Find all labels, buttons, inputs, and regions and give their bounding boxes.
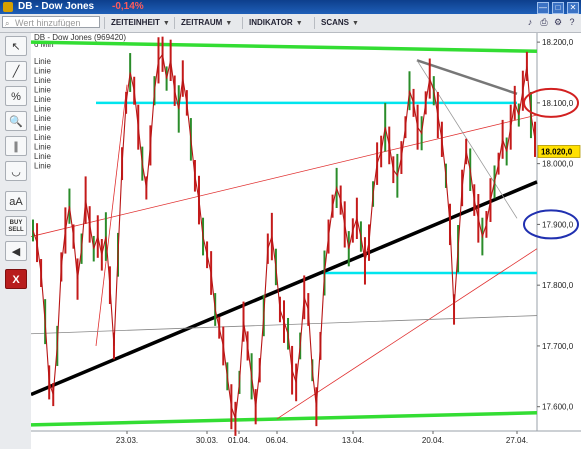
parallel-tool-button[interactable]: ∥: [5, 136, 27, 156]
chevron-down-icon: ▼: [225, 20, 233, 27]
speaker-icon: ◀: [11, 246, 21, 258]
chart-background: [31, 33, 581, 449]
print-icon[interactable]: ⎙: [539, 17, 549, 27]
legend-entry: Linie: [34, 133, 51, 142]
app-icon: [3, 2, 13, 12]
x-tick-label: 06.04.: [266, 436, 288, 445]
y-tick-label: 17.600,0: [542, 403, 574, 412]
add-symbol-input[interactable]: ⌕ Wert hinzufügen: [2, 16, 100, 28]
zoom-icon: 🔍: [9, 116, 23, 128]
chevron-down-icon: ▼: [352, 20, 359, 27]
last-price-marker: 18.020,0: [537, 145, 581, 158]
text-icon: aA: [9, 196, 23, 208]
parallel-lines-icon: ∥: [13, 141, 19, 153]
percent-tool-button[interactable]: %: [5, 86, 27, 106]
buy-sell-button[interactable]: BUY SELL: [5, 216, 27, 236]
percent-icon: %: [11, 91, 21, 103]
title-bar: DB - Dow Jones -0,14% — □ ✕: [0, 0, 581, 14]
legend-entry: Linie: [34, 105, 51, 114]
x-tick-label: 23.03.: [116, 436, 138, 445]
last-price-label: 18.020,0: [541, 147, 573, 156]
drawing-toolbar: ↖ ╱ % 🔍 ∥ ◡ aA BUY SELL ◀ X: [0, 33, 32, 449]
legend-entry: Linie: [34, 67, 51, 76]
x-tick-label: 27.04.: [506, 436, 528, 445]
minimize-button[interactable]: —: [537, 2, 549, 14]
cursor-icon: ↖: [11, 41, 21, 53]
y-tick-label: 18.200,0: [542, 38, 574, 47]
cursor-tool-button[interactable]: ↖: [5, 36, 27, 56]
sound-button[interactable]: ◀: [5, 241, 27, 261]
legend-entry: Linie: [34, 95, 51, 104]
menu-zeiteinheit-label: ZEITEINHEIT: [111, 18, 160, 27]
x-tick-label: 30.03.: [196, 436, 218, 445]
menu-bar: ⌕ Wert hinzufügen ZEITEINHEIT ▼ ZEITRAUM ▼…: [0, 14, 581, 33]
legend-entry: Linie: [34, 86, 51, 95]
text-tool-button[interactable]: aA: [5, 191, 27, 211]
change-percent: -0,14%: [112, 1, 144, 12]
bell-icon[interactable]: ♪: [525, 17, 535, 27]
menu-scans-label: SCANS: [321, 18, 350, 27]
add-symbol-placeholder: Wert hinzufügen: [15, 18, 81, 28]
delete-drawings-button[interactable]: X: [5, 269, 27, 289]
close-icon: X: [12, 274, 20, 286]
legend-entry: Linie: [34, 124, 51, 133]
menu-zeitraum[interactable]: ZEITRAUM ▼: [174, 17, 232, 29]
chevron-down-icon: ▼: [162, 20, 170, 27]
line-icon: ╱: [12, 66, 20, 78]
legend-entry: Linie: [34, 57, 51, 66]
buy-sell-icon: BUY SELL: [8, 220, 24, 233]
legend: LinieLinieLinieLinieLinieLinieLinieLinie…: [34, 57, 51, 171]
menu-zeiteinheit[interactable]: ZEITEINHEIT ▼: [104, 17, 170, 29]
legend-entry: Linie: [34, 162, 51, 171]
zoom-tool-button[interactable]: 🔍: [5, 111, 27, 131]
menu-indikator[interactable]: INDIKATOR ▼: [242, 17, 303, 29]
window-title: DB - Dow Jones: [18, 1, 95, 12]
line-tool-button[interactable]: ╱: [5, 61, 27, 81]
maximize-button[interactable]: □: [552, 2, 564, 14]
menu-scans[interactable]: SCANS ▼: [314, 17, 359, 29]
legend-entry: Linie: [34, 143, 51, 152]
y-tick-label: 17.700,0: [542, 342, 574, 351]
menu-zeitraum-label: ZEITRAUM: [181, 18, 223, 27]
x-tick-label: 13.04.: [342, 436, 364, 445]
help-icon[interactable]: ?: [567, 17, 577, 27]
x-tick-label: 20.04.: [422, 436, 444, 445]
close-window-button[interactable]: ✕: [567, 2, 579, 14]
y-tick-label: 18.000,0: [542, 160, 574, 169]
settings-icon[interactable]: ⚙: [553, 17, 563, 27]
legend-entry: Linie: [34, 114, 51, 123]
y-tick-label: 17.900,0: [542, 220, 574, 229]
x-tick-label: 01.04.: [228, 436, 250, 445]
price-chart[interactable]: DB - Dow Jones (969420) 6 Min LinieLinie…: [31, 33, 581, 449]
chevron-down-icon: ▼: [295, 20, 303, 27]
y-tick-label: 17.800,0: [542, 281, 574, 290]
legend-entry: Linie: [34, 76, 51, 85]
search-icon: ⌕: [5, 19, 10, 28]
y-tick-label: 18.100,0: [542, 99, 574, 108]
arc-icon: ◡: [11, 166, 21, 178]
arc-tool-button[interactable]: ◡: [5, 161, 27, 181]
menu-indikator-label: INDIKATOR: [249, 18, 293, 27]
legend-entry: Linie: [34, 152, 51, 161]
